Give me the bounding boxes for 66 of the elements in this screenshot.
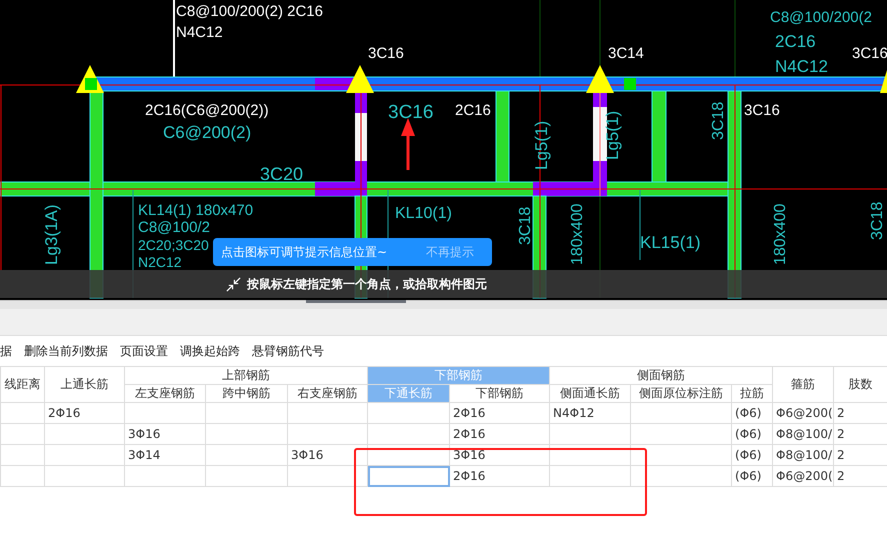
column-header[interactable]: 拉筋 xyxy=(732,384,773,402)
table-cell[interactable]: Φ6@200( xyxy=(772,402,834,424)
drawing-label: 180x400 xyxy=(772,204,789,265)
drawing-label: 180x400 xyxy=(569,204,586,265)
table-cell[interactable]: (Φ6) xyxy=(732,402,773,424)
table-cell[interactable]: (Φ6) xyxy=(732,466,773,486)
column-header[interactable]: 侧面通长筋 xyxy=(550,384,631,402)
column-header[interactable]: 左支座钢筋 xyxy=(124,384,206,402)
table-cell[interactable]: (Φ6) xyxy=(732,444,773,466)
drawing-label: C6@200(2) xyxy=(163,123,252,142)
drawing-label: N2C12 xyxy=(138,254,182,270)
table-cell[interactable]: 3Φ16 xyxy=(288,444,368,466)
drawing-label: Lg3(1A) xyxy=(42,204,61,265)
table-cell[interactable]: Φ8@100/ xyxy=(772,444,834,466)
drawing-label: 3C18 xyxy=(517,206,534,245)
drawing-label: 2C16(C6@200(2)) xyxy=(145,102,269,119)
table-cell[interactable]: 3Φ14 xyxy=(124,444,206,466)
table-cell[interactable]: 2Φ16 xyxy=(450,424,550,444)
drawing-label: 3C16 xyxy=(388,102,434,123)
group-header: 上部钢筋 xyxy=(124,366,368,384)
toolbar-item[interactable]: 悬臂钢筋代号 xyxy=(252,342,324,360)
drawing-label: KL15(1) xyxy=(640,233,700,252)
hint-text: 点击图标可调节提示信息位置~ xyxy=(221,244,388,260)
drawing-label: 3C16 xyxy=(368,45,404,62)
column-header[interactable]: 肢数 xyxy=(834,366,887,402)
column-header[interactable]: 右支座钢筋 xyxy=(288,384,368,402)
table-cell[interactable]: (Φ6) xyxy=(732,424,773,444)
column-header[interactable]: 下部钢筋 xyxy=(450,384,550,402)
table-cell[interactable]: 2Φ16 xyxy=(450,402,550,424)
drawing-label: KL14(1) 180x470 xyxy=(138,202,254,219)
drawing-label: Lg5(1) xyxy=(532,120,551,170)
drawing-label: 3C16 xyxy=(852,45,887,62)
group-header: 下部钢筋 xyxy=(368,366,550,384)
drawing-label: 3C18 xyxy=(869,202,886,240)
drawing-label: N4C12 xyxy=(775,57,828,76)
drawing-label: Lg5(1) xyxy=(603,110,622,160)
group-header: 侧面钢筋 xyxy=(550,366,773,384)
drawing-label: C8@100/2 xyxy=(138,219,210,236)
column-header[interactable]: 箍筋 xyxy=(772,366,834,402)
drawing-label: N4C12 xyxy=(176,24,223,41)
toolbar-item[interactable]: 调换起始跨 xyxy=(180,342,240,360)
drawing-label: 3C18 xyxy=(710,102,727,140)
table-cell[interactable]: 3Φ16 xyxy=(124,424,206,444)
column-header[interactable]: 线距离 xyxy=(0,366,44,402)
toolbar-item[interactable]: 删除当前列数据 xyxy=(24,342,108,360)
drawing-label: 2C16 xyxy=(775,32,816,51)
table-cell[interactable]: N4Φ12 xyxy=(550,402,631,424)
drawing-label: 2C20;3C20 xyxy=(138,237,209,253)
column-header[interactable]: 侧面原位标注筋 xyxy=(630,384,732,402)
table-cell[interactable]: Φ8@100/ xyxy=(772,424,834,444)
column-header[interactable]: 上通长筋 xyxy=(44,366,124,402)
toolbar-item[interactable]: 页面设置 xyxy=(120,342,168,360)
table-cell[interactable]: 2Φ16 xyxy=(44,402,124,424)
table-cell[interactable]: 3Φ16 xyxy=(450,444,550,466)
column-header[interactable]: 跨中钢筋 xyxy=(206,384,288,402)
drawing-label: 3C20 xyxy=(260,164,304,184)
drawing-label: C8@100/200(2 xyxy=(770,9,872,26)
table-cell[interactable]: Φ6@200( xyxy=(772,466,834,486)
drawing-label: 2C16 xyxy=(455,102,491,119)
prompt-text: 按鼠标左键指定第一个角点，或拾取构件图元 xyxy=(247,276,487,292)
table-cell[interactable]: 2Φ16 xyxy=(450,466,550,486)
drawing-label: 3C16 xyxy=(744,102,780,119)
toolbar-item[interactable]: 据 xyxy=(0,342,12,360)
drawing-label: KL10(1) xyxy=(395,205,452,222)
drawing-label: 3C14 xyxy=(608,45,644,62)
drawing-label: C8@100/200(2) 2C16 xyxy=(176,3,323,20)
